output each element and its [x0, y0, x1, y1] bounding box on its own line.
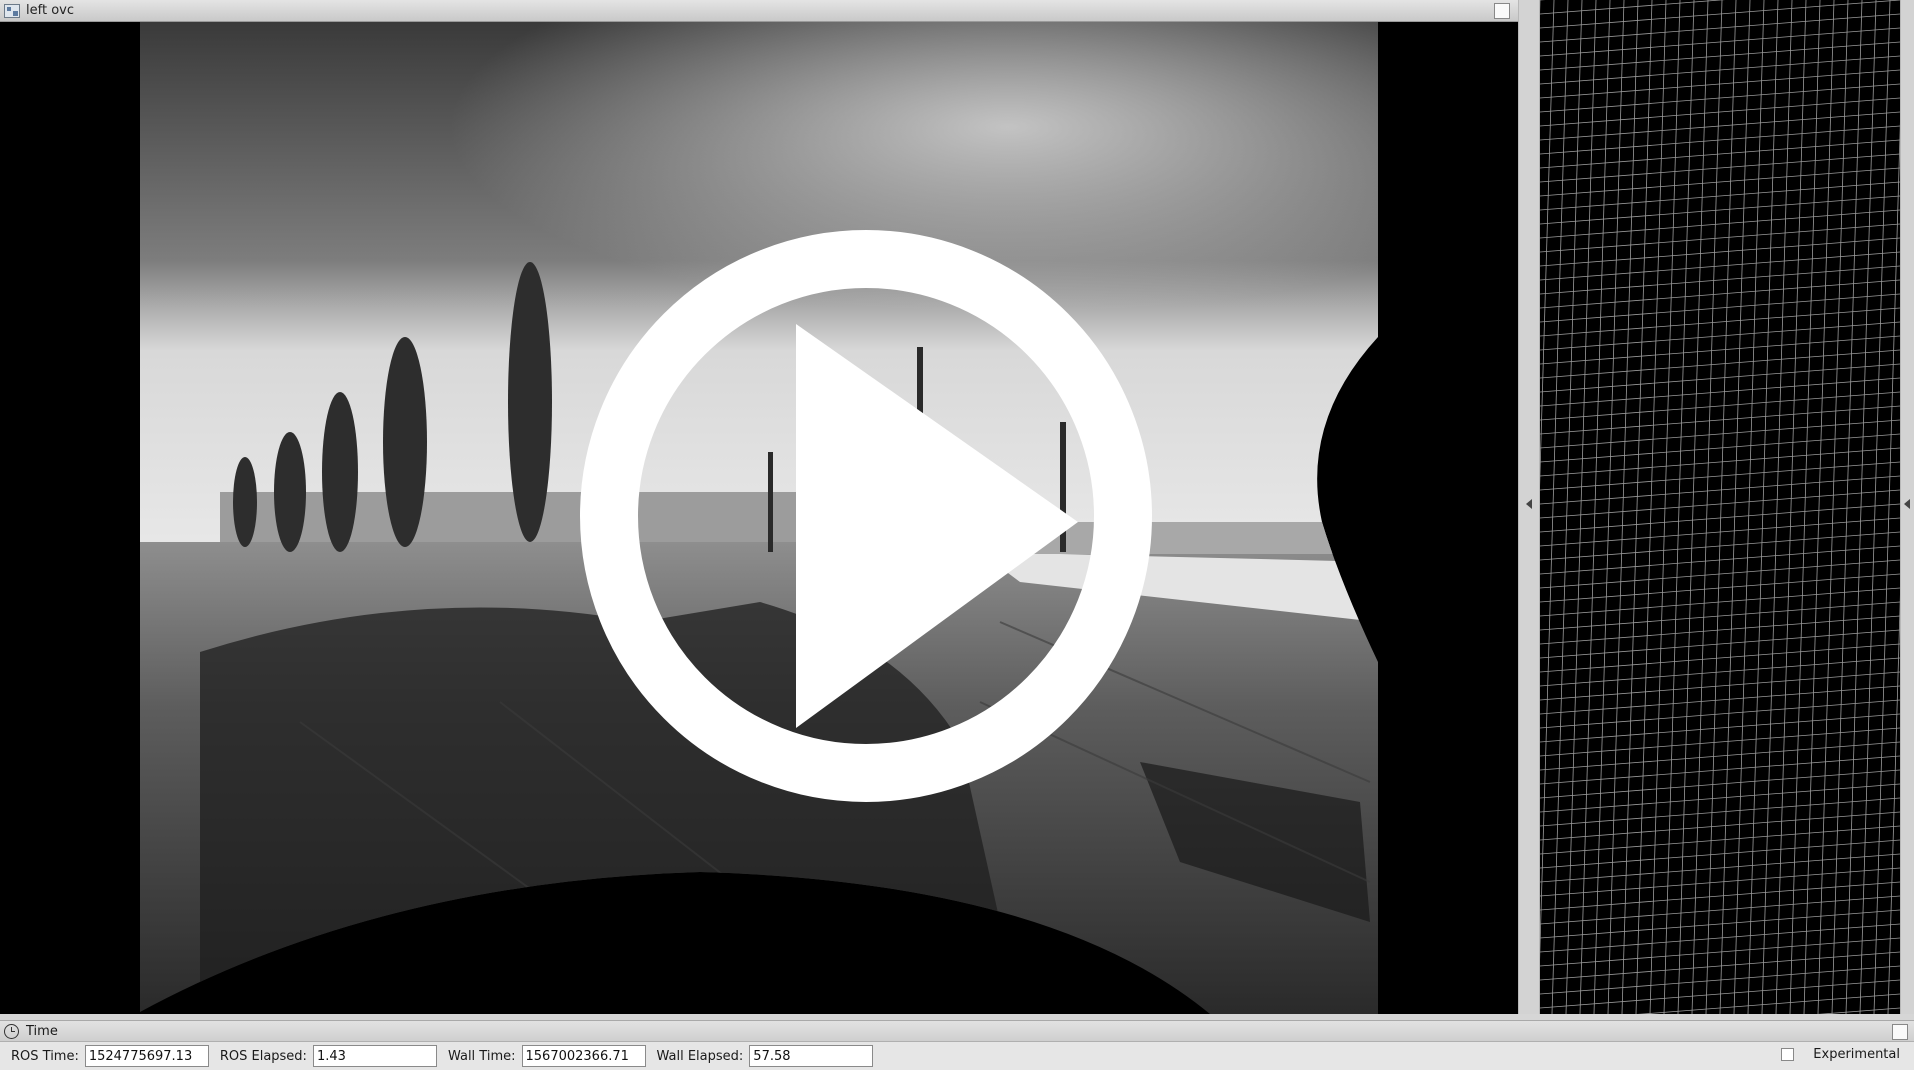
grid-svg	[1540, 0, 1900, 1014]
ros-time-field[interactable]	[84, 1045, 209, 1067]
experimental-toggle[interactable]: Experimental	[1781, 1047, 1900, 1062]
undock-icon[interactable]	[1494, 3, 1510, 19]
wall-elapsed-field[interactable]	[749, 1045, 874, 1067]
grid-lines	[1540, 0, 1900, 1014]
image-view-icon	[4, 3, 20, 18]
collapse-left-arrow-icon[interactable]	[1526, 499, 1532, 509]
rviz-window: left ovc Time ROS Time: 1524775697.13 RO…	[0, 0, 1914, 1070]
wall-elapsed-label: Wall Elapsed:	[656, 1048, 744, 1064]
ros-elapsed-label: ROS Elapsed:	[219, 1048, 307, 1064]
clock-icon	[4, 1023, 19, 1039]
image-panel: left ovc	[0, 0, 1518, 1014]
ros-time-label: ROS Time:	[11, 1048, 79, 1064]
time-panel-header[interactable]: Time	[0, 1020, 1914, 1042]
image-panel-titlebar[interactable]: left ovc	[0, 0, 1518, 22]
ros-elapsed-field[interactable]	[312, 1045, 437, 1067]
undock-icon[interactable]	[1892, 1024, 1908, 1040]
wall-time-label: Wall Time:	[447, 1048, 516, 1064]
time-panel-title: Time	[26, 1023, 58, 1039]
time-panel: ROS Time: ROS Elapsed: Wall Time: Wall E…	[0, 1042, 1914, 1070]
collapse-right-panel-arrow-icon[interactable]	[1904, 499, 1910, 509]
camera-image[interactable]	[0, 22, 1518, 1014]
3d-grid-view[interactable]	[1540, 0, 1900, 1014]
wall-time-field[interactable]	[521, 1045, 646, 1067]
image-panel-title: left ovc	[26, 3, 74, 18]
experimental-label: Experimental	[1813, 1047, 1900, 1062]
panel-splitter[interactable]	[1518, 0, 1540, 1014]
camera-image-svg	[0, 22, 1518, 1014]
experimental-checkbox[interactable]	[1781, 1048, 1795, 1061]
right-splitter[interactable]	[1900, 0, 1914, 1014]
